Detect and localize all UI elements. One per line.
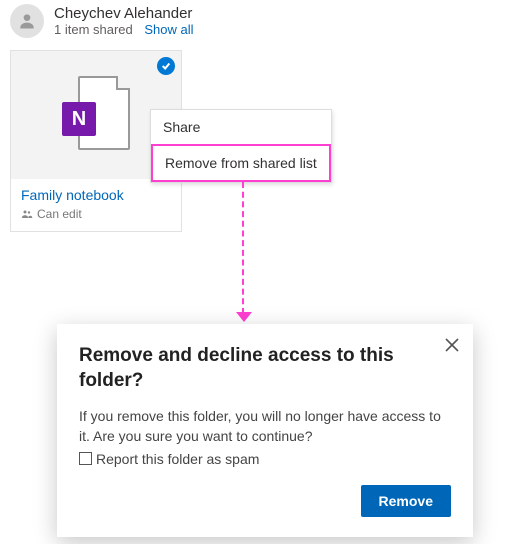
person-icon bbox=[17, 11, 37, 31]
report-spam-label: Report this folder as spam bbox=[96, 451, 259, 467]
menu-item-remove-from-shared[interactable]: Remove from shared list bbox=[151, 144, 331, 182]
close-icon bbox=[445, 338, 459, 352]
context-menu: Share Remove from shared list bbox=[150, 109, 332, 183]
onenote-badge: N bbox=[62, 102, 96, 136]
annotation-arrow-line bbox=[242, 182, 244, 314]
close-button[interactable] bbox=[445, 338, 459, 355]
dialog-actions: Remove bbox=[79, 485, 451, 517]
dialog-body: If you remove this folder, you will no l… bbox=[79, 407, 451, 446]
avatar bbox=[10, 4, 44, 38]
onenote-file-icon: N bbox=[62, 72, 130, 158]
header-text: Cheychev Alehander 1 item shared Show al… bbox=[54, 5, 194, 37]
selected-check-icon[interactable] bbox=[157, 57, 175, 75]
remove-button[interactable]: Remove bbox=[361, 485, 451, 517]
checkbox-icon bbox=[79, 452, 92, 465]
shared-by-header: Cheychev Alehander 1 item shared Show al… bbox=[0, 0, 524, 46]
dialog-title: Remove and decline access to this folder… bbox=[79, 344, 451, 393]
menu-item-share[interactable]: Share bbox=[151, 110, 331, 144]
show-all-link[interactable]: Show all bbox=[144, 22, 193, 37]
people-icon bbox=[21, 208, 33, 220]
report-spam-checkbox[interactable]: Report this folder as spam bbox=[79, 451, 451, 467]
shared-summary: 1 item shared Show all bbox=[54, 22, 194, 37]
annotation-arrow-head bbox=[236, 312, 252, 322]
confirm-dialog: Remove and decline access to this folder… bbox=[57, 324, 473, 537]
file-permission: Can edit bbox=[21, 207, 171, 221]
file-title[interactable]: Family notebook bbox=[21, 187, 171, 203]
owner-name: Cheychev Alehander bbox=[54, 5, 194, 22]
file-info: Family notebook Can edit bbox=[11, 179, 181, 231]
